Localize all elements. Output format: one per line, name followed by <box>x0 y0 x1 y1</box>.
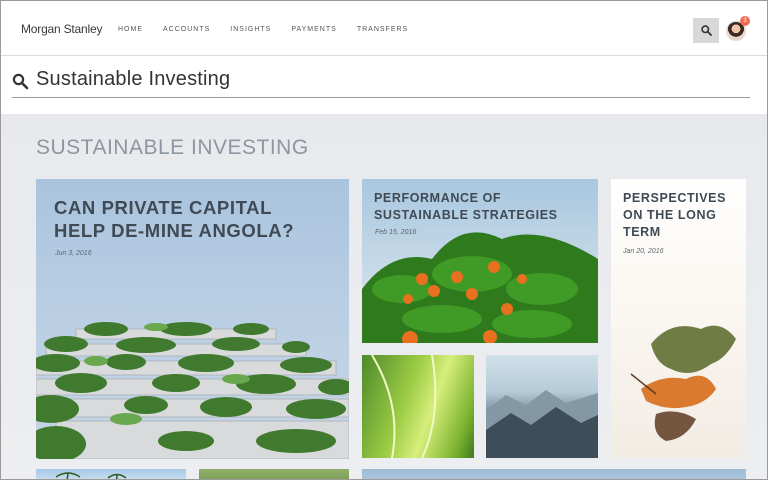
card-date: Jun 3, 2016 <box>55 250 92 257</box>
palm-trees-image <box>55 472 127 479</box>
sky-landscape-image <box>362 469 746 480</box>
search-button[interactable] <box>693 18 719 43</box>
nav-payments[interactable]: PAYMENTS <box>291 26 336 33</box>
image-card-leaf[interactable] <box>362 355 474 458</box>
green-leaf-image <box>371 355 437 458</box>
main-nav: HOME ACCOUNTS INSIGHTS PAYMENTS TRANSFER… <box>118 26 428 33</box>
results-area: SUSTAINABLE INVESTING CAN PRIVATE CAPITA… <box>1 114 767 480</box>
search-bar: Sustainable Investing <box>1 57 767 114</box>
section-title: SUSTAINABLE INVESTING <box>36 136 309 159</box>
notification-badge: 3 <box>740 16 750 26</box>
app-window: Morgan Stanley HOME ACCOUNTS INSIGHTS PA… <box>0 0 768 480</box>
search-input[interactable]: Sustainable Investing <box>36 68 230 91</box>
nav-transfers[interactable]: TRANSFERS <box>357 26 408 33</box>
article-card-angola[interactable]: CAN PRIVATE CAPITAL HELP DE-MINE ANGOLA?… <box>36 179 349 459</box>
search-icon <box>700 25 712 36</box>
article-card-performance[interactable]: PERFORMANCE OF SUSTAINABLE STRATEGIES Fe… <box>362 179 598 343</box>
brand-logo[interactable]: Morgan Stanley <box>21 22 102 36</box>
image-card-field[interactable] <box>199 469 349 480</box>
top-navigation: Morgan Stanley HOME ACCOUNTS INSIGHTS PA… <box>1 1 767 56</box>
image-card-palms[interactable] <box>36 469 186 479</box>
article-card-long-term[interactable]: PERSPECTIVES ON THE LONG TERM Jan 20, 20… <box>611 179 746 458</box>
nav-insights[interactable]: INSIGHTS <box>230 26 271 33</box>
mountain-landscape-image <box>486 390 598 458</box>
card-date: Jan 20, 2016 <box>623 248 664 255</box>
nav-home[interactable]: HOME <box>118 26 143 33</box>
image-card-sky[interactable] <box>362 469 746 480</box>
card-title: PERSPECTIVES ON THE LONG TERM <box>623 191 727 239</box>
nav-accounts[interactable]: ACCOUNTS <box>163 26 210 33</box>
search-icon <box>12 73 29 90</box>
card-title: PERFORMANCE OF SUSTAINABLE STRATEGIES <box>374 191 558 222</box>
green-field-image <box>199 469 349 480</box>
image-card-mountains[interactable] <box>486 355 598 458</box>
card-date: Feb 15, 2016 <box>375 229 417 236</box>
search-underline <box>12 97 750 98</box>
card-title: CAN PRIVATE CAPITAL HELP DE-MINE ANGOLA? <box>54 197 295 241</box>
